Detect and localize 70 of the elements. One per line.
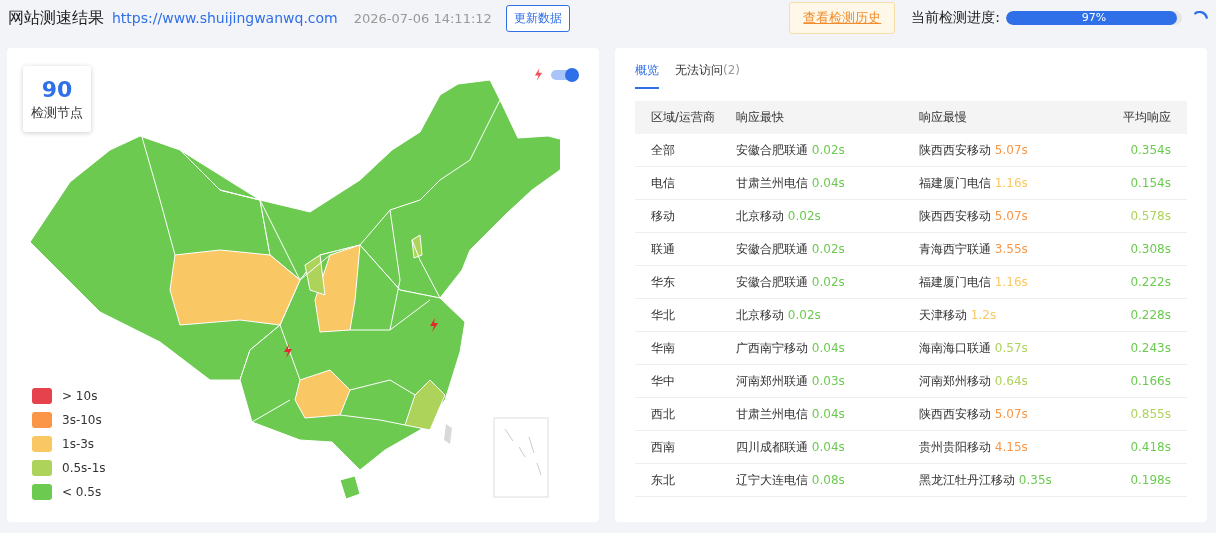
table-cell-text: 0.578s — [1129, 209, 1171, 223]
table-cell-text: 甘肃兰州电信 0.04s — [736, 174, 846, 192]
table-cell-text: 华北 — [651, 306, 676, 324]
table-cell-text: 北京移动 0.02s — [736, 306, 822, 324]
table-cell-text: 辽宁大连电信 0.08s — [736, 471, 846, 489]
table-cell-text: 0.308s — [1129, 242, 1171, 256]
table-cell-text: 全部 — [651, 141, 676, 159]
tab[interactable]: 概览 — [635, 62, 659, 89]
lightning-icon — [429, 318, 439, 332]
table-cell-text: 华东 — [651, 273, 676, 291]
table-cell-text: 0.418s — [1129, 440, 1171, 454]
table-cell-text: 福建厦门电信 1.16s — [919, 273, 1029, 291]
refresh-button[interactable]: 更新数据 — [505, 4, 570, 32]
lightning-icon — [534, 68, 543, 81]
table-cell-text: 北京移动 0.02s — [736, 207, 822, 225]
node-label: 检测节点 — [31, 103, 83, 122]
table-cell-text: 福建厦门电信 1.16s — [919, 174, 1029, 192]
node-count: 90 — [41, 76, 73, 102]
tab[interactable]: 无法访问(2) — [675, 62, 740, 89]
table-cell-text: 华中 — [651, 372, 676, 390]
table-cell-text: 安徽合肥联通 0.02s — [736, 240, 846, 258]
table-cell-text: 陕西西安移动 5.07s — [919, 405, 1029, 423]
test-time: 2026-07-06 14:11:12 — [353, 10, 492, 26]
table-cell-text: 安徽合肥联通 0.02s — [736, 273, 846, 291]
table-cell-text: 河南郑州联通 0.03s — [736, 372, 846, 390]
table-cell-text: 0.222s — [1129, 275, 1171, 289]
table-cell-text: 西南 — [651, 438, 676, 456]
progress-reading: 97% — [1080, 11, 1108, 25]
column-header: 响应最慢 — [919, 109, 968, 126]
legend-label: 3s-10s — [62, 413, 102, 427]
table-cell-text: 天津移动 1.2s — [919, 306, 998, 324]
table-cell-text: 贵州贵阳移动 4.15s — [919, 438, 1029, 456]
island-region — [339, 475, 361, 500]
legend-label: 1s-3s — [62, 437, 95, 451]
table-cell-text: 海南海口联通 0.57s — [919, 339, 1029, 357]
table-cell-text: 0.243s — [1129, 341, 1171, 355]
site-url-link[interactable]: https://www.shuijingwanwq.com — [112, 10, 338, 26]
column-header: 平均响应 — [1122, 109, 1171, 126]
legend-label: > 10s — [62, 389, 98, 403]
progress-label: 当前检测进度: — [911, 9, 1000, 27]
table-cell-text: 0.228s — [1129, 308, 1171, 322]
table-cell-text: 电信 — [651, 174, 676, 192]
loading-spinner-icon — [1194, 11, 1208, 19]
column-header: 响应最快 — [736, 109, 785, 126]
table-cell-text: 0.166s — [1129, 374, 1171, 388]
toggle-switch[interactable] — [551, 69, 577, 80]
table-cell-text: 安徽合肥联通 0.02s — [736, 141, 846, 159]
legend-label: 0.5s-1s — [62, 461, 106, 475]
table-cell-text: 黑龙江牡丹江移动 0.35s — [919, 471, 1053, 489]
table-cell-text: 西北 — [651, 405, 676, 423]
table-cell-text: 广西南宁移动 0.04s — [736, 339, 846, 357]
table-cell-text: 东北 — [651, 471, 676, 489]
page-title: 网站测速结果 — [8, 7, 104, 29]
table-cell-text: 青海西宁联通 3.55s — [919, 240, 1029, 258]
table-cell-text: 河南郑州移动 0.64s — [919, 372, 1029, 390]
table-cell-text: 0.198s — [1129, 473, 1171, 487]
table-cell-text: 联通 — [651, 240, 676, 258]
island-region — [444, 424, 452, 444]
legend-label: < 0.5s — [62, 485, 102, 499]
table-cell-text: 陕西西安移动 5.07s — [919, 141, 1029, 159]
table-cell-text: 四川成都联通 0.04s — [736, 438, 846, 456]
table-cell-text: 0.855s — [1129, 407, 1171, 421]
column-header: 区域/运营商 — [651, 109, 717, 126]
table-cell-text: 移动 — [651, 207, 676, 225]
table-cell-text: 甘肃兰州电信 0.04s — [736, 405, 846, 423]
table-cell-text: 0.154s — [1129, 176, 1171, 190]
table-cell-text: 陕西西安移动 5.07s — [919, 207, 1029, 225]
table-cell-text: 0.354s — [1129, 143, 1171, 157]
lightning-icon — [283, 344, 293, 358]
table-cell-text: 华南 — [651, 339, 676, 357]
